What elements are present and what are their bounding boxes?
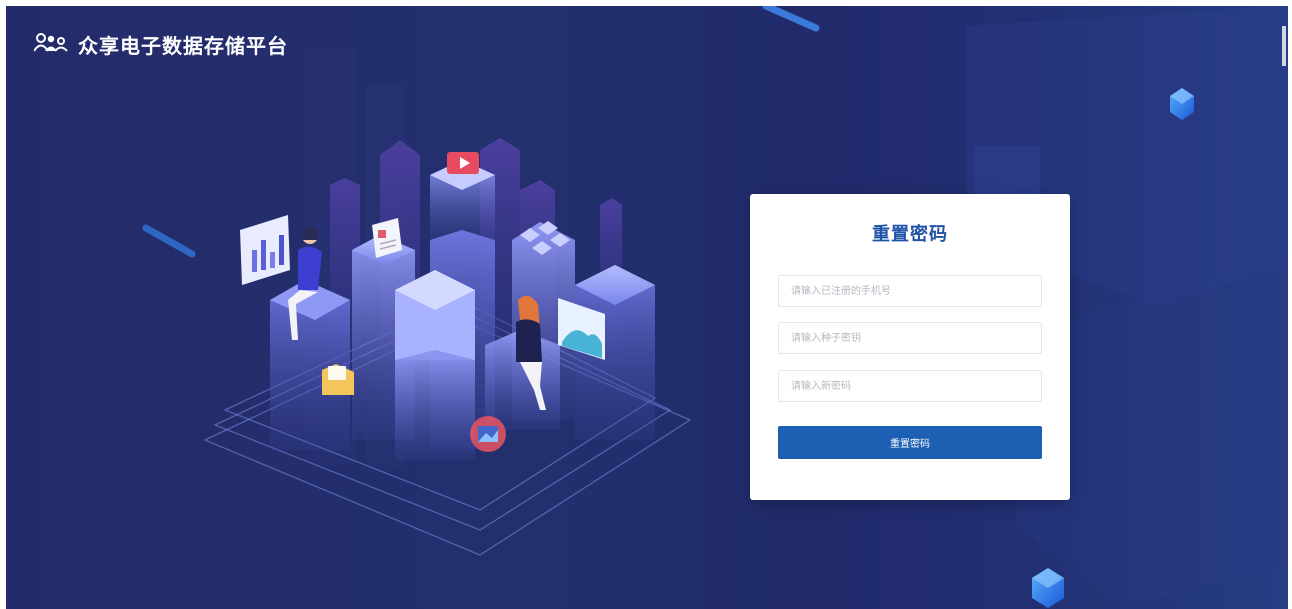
- city-illustration: [203, 138, 692, 556]
- app-title: 众享电子数据存储平台: [78, 33, 288, 58]
- phone-input[interactable]: [778, 275, 1042, 307]
- reset-password-button[interactable]: 重置密码: [778, 426, 1042, 459]
- new-password-input[interactable]: [778, 370, 1042, 402]
- users-icon: [33, 32, 68, 56]
- image-badge-icon: [470, 416, 506, 452]
- reset-password-panel: 重置密码 重置密码: [750, 194, 1070, 500]
- brand: 众享电子数据存储平台: [33, 30, 288, 58]
- video-play-icon: [447, 152, 479, 174]
- seed-key-input[interactable]: [778, 322, 1042, 354]
- panel-title: 重置密码: [872, 224, 948, 245]
- chart-card-icon: [240, 215, 290, 285]
